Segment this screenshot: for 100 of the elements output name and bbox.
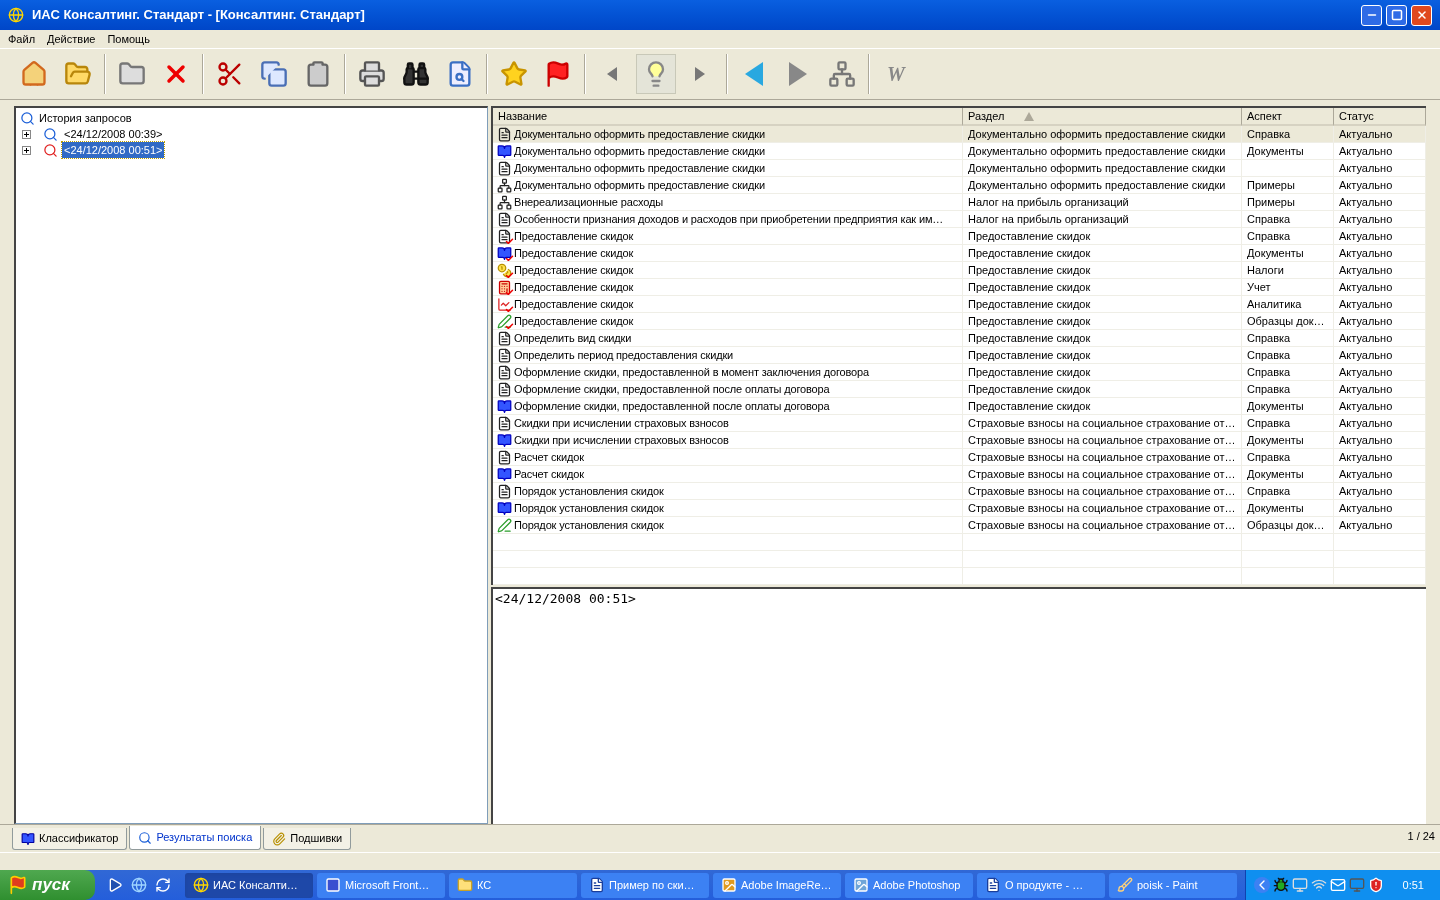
expander-icon[interactable] — [22, 145, 31, 155]
bug-icon[interactable] — [1272, 877, 1289, 893]
maximize-button[interactable] — [1386, 4, 1407, 26]
browser-icon[interactable] — [131, 877, 147, 893]
table-cell-text: Актуально — [1339, 364, 1393, 380]
column-header[interactable]: Название — [493, 108, 963, 126]
table-row[interactable]: Документально оформить предоставление скидки Документально оформить предоставление скидки Актуально — [493, 160, 1426, 177]
table-row[interactable]: Предоставление скидок Предоставление скидок Налоги Актуально — [493, 262, 1426, 279]
check-icon — [505, 237, 514, 244]
home-icon — [20, 60, 48, 88]
taskbar-button[interactable]: Adobe Photoshop — [845, 872, 973, 898]
table-cell-text: Справка — [1247, 228, 1291, 244]
table-row[interactable]: Определить период предоставления скидки Предоставление скидок Справка Актуально — [493, 347, 1426, 364]
mail-icon[interactable] — [1329, 877, 1346, 893]
table-cell: Предоставление скидок — [514, 228, 634, 244]
table-row[interactable]: Расчет скидок Страховые взносы на социальное страхование от… Документы Актуально — [493, 466, 1426, 483]
table-cell: Оформление скидки, предоставленной после оплаты договора — [514, 398, 830, 414]
table-cell-text: Актуально — [1339, 313, 1393, 329]
table-cell: Предоставление скидок — [514, 313, 634, 329]
table-row[interactable]: Оформление скидки, предоставленной в момент заключения договора Предоставление скидок Справка Актуально — [493, 364, 1426, 381]
table-cell-text: Страховые взносы на социальное страхование от… — [968, 449, 1236, 465]
close-button[interactable] — [1411, 4, 1432, 26]
table-row[interactable]: Предоставление скидок Предоставление скидок Справка Актуально — [493, 228, 1426, 245]
table-cell-text: Документально оформить предоставление скидки — [968, 177, 1226, 193]
taskbar-button[interactable]: КС — [449, 872, 577, 898]
table-cell-text: Образцы док… — [1247, 517, 1325, 533]
shield-icon[interactable] — [1367, 877, 1384, 893]
table-cell-text: Актуально — [1339, 432, 1393, 448]
menu-item[interactable]: Файл — [8, 30, 36, 48]
panel-tab[interactable]: Классификатор — [12, 828, 128, 850]
check-icon — [505, 305, 514, 312]
table-row[interactable]: Расчет скидок Страховые взносы на социальное страхование от… Справка Актуально — [493, 449, 1426, 466]
table-cell: Порядок установления скидок — [514, 500, 664, 516]
table-cell-text: Актуально — [1339, 381, 1393, 397]
table-cell-text: Предоставление скидок — [968, 347, 1091, 363]
table-cell-text: Актуально — [1339, 211, 1393, 227]
table-row[interactable]: Оформление скидки, предоставленной после оплаты договора Предоставление скидок Документы Актуально — [493, 398, 1426, 415]
table-row[interactable]: Порядок установления скидок Страховые взносы на социальное страхование от… Документы Актуально — [493, 500, 1426, 517]
expander-icon[interactable] — [22, 129, 31, 139]
table-cell-text: Справка — [1247, 449, 1291, 465]
monitor-icon[interactable] — [1348, 877, 1365, 893]
table-row[interactable]: Документально оформить предоставление скидки Документально оформить предоставление скидки Примеры Актуально — [493, 177, 1426, 194]
tree-item[interactable]: История запросов — [39, 109, 132, 127]
search-icon — [43, 142, 58, 158]
copy-icon — [260, 60, 288, 88]
menu-item[interactable]: Помощь — [107, 30, 150, 48]
table-cell-text: Примеры — [1247, 194, 1295, 210]
clock: 0:51 — [1402, 877, 1424, 893]
table-cell: Порядок установления скидок — [514, 517, 664, 533]
table-cell-text: Документально оформить предоставление скидки — [968, 143, 1226, 159]
taskbar-button[interactable]: Пример по ски… — [581, 872, 709, 898]
table-cell-text: Актуально — [1339, 483, 1393, 499]
table-cell-text: Налоги — [1247, 262, 1284, 278]
menu-item[interactable]: Действие — [47, 30, 96, 48]
triangle-right-icon — [693, 66, 707, 82]
panel-tab[interactable]: Подшивки — [263, 828, 352, 850]
table-row[interactable]: Особенности признания доходов и расходов при приобретении предприятия как им… Налог на прибыль организаций Справка Актуально — [493, 211, 1426, 228]
page-counter: 1 / 24 — [1407, 828, 1435, 844]
table-row[interactable]: Скидки при исчислении страховых взносов Страховые взносы на социальное страхование от… Справка Актуально — [493, 415, 1426, 432]
table-row[interactable]: Предоставление скидок Предоставление скидок Образцы док… Актуально — [493, 313, 1426, 330]
table-row[interactable]: Внереализационные расходы Налог на прибыль организаций Примеры Актуально — [493, 194, 1426, 211]
taskbar-button[interactable]: О продукте - … — [977, 872, 1105, 898]
taskbar-button[interactable]: ИАС Консалти… — [185, 872, 313, 898]
table-row[interactable]: Предоставление скидок Предоставление скидок Аналитика Актуально — [493, 296, 1426, 313]
table-row[interactable]: Скидки при исчислении страховых взносов Страховые взносы на социальное страхование от… Документы Актуально — [493, 432, 1426, 449]
table-row[interactable]: Порядок установления скидок Страховые взносы на социальное страхование от… Справка Актуально — [493, 483, 1426, 500]
table-row[interactable]: Порядок установления скидок Страховые взносы на социальное страхование от… Образцы док… Актуально — [493, 517, 1426, 534]
table-cell-text: Справка — [1247, 347, 1291, 363]
table-cell-text: Документы — [1247, 432, 1304, 448]
table-row[interactable]: Предоставление скидок Предоставление скидок Учет Актуально — [493, 279, 1426, 296]
panel-tab[interactable]: Результаты поиска — [129, 826, 262, 850]
player-icon[interactable] — [107, 877, 123, 893]
table-cell-text: Актуально — [1339, 262, 1393, 278]
globe-icon — [193, 877, 209, 893]
search-icon — [43, 126, 58, 142]
table-row[interactable]: Определить вид скидки Предоставление скидок Справка Актуально — [493, 330, 1426, 347]
table-cell: Внереализационные расходы — [514, 194, 663, 210]
binoculars-icon — [402, 60, 430, 88]
tree-item[interactable]: <24/12/2008 00:51> — [62, 141, 165, 159]
column-header[interactable]: Статус — [1334, 108, 1426, 126]
network-icon[interactable] — [1310, 877, 1327, 893]
check-icon — [505, 288, 514, 295]
table-row[interactable]: Оформление скидки, предоставленной после оплаты договора Предоставление скидок Справка Актуально — [493, 381, 1426, 398]
table-row[interactable]: Документально оформить предоставление скидки Документально оформить предоставление скидки Документы Актуально — [493, 143, 1426, 160]
chevron-icon[interactable] — [1253, 877, 1270, 893]
column-header[interactable]: Аспект — [1242, 108, 1334, 126]
taskbar-button[interactable]: Microsoft Front… — [317, 872, 445, 898]
taskbar-button[interactable]: poisk - Paint — [1109, 872, 1237, 898]
flag-icon — [8, 875, 28, 895]
table-cell-text: Документы — [1247, 500, 1304, 516]
start-button[interactable]: пуск — [0, 870, 95, 900]
table-cell-text: Документы — [1247, 466, 1304, 482]
column-header[interactable]: Раздел — [963, 108, 1242, 126]
star-icon — [500, 60, 528, 88]
table-row[interactable]: Документально оформить предоставление скидки Документально оформить предоставление скидки Справка Актуально — [493, 126, 1426, 143]
table-cell-text: Актуально — [1339, 398, 1393, 414]
table-row[interactable]: Предоставление скидок Предоставление скидок Документы Актуально — [493, 245, 1426, 262]
taskbar-button[interactable]: Adobe ImageRe… — [713, 872, 841, 898]
tree-item[interactable]: <24/12/2008 00:39> — [62, 125, 165, 143]
minimize-button[interactable] — [1361, 4, 1382, 26]
